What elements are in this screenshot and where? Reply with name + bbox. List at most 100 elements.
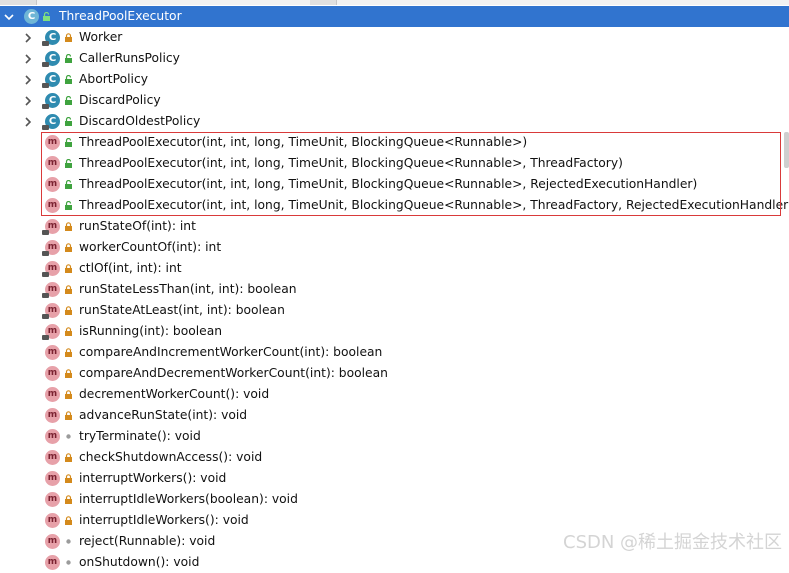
method-row[interactable]: m interruptWorkers(): void: [0, 468, 789, 489]
inner-class-label: AbortPolicy: [79, 72, 148, 86]
method-row[interactable]: m advanceRunState(int): void: [0, 405, 789, 426]
private-visibility-icon: [64, 285, 73, 294]
method-icon: m: [45, 177, 60, 192]
constructor-row[interactable]: m ThreadPoolExecutor(int, int, long, Time…: [0, 153, 789, 174]
method-icon: m: [45, 471, 60, 486]
method-label: checkShutdownAccess(): void: [79, 450, 263, 464]
package-visibility-icon: [64, 537, 73, 546]
constructor-row[interactable]: m ThreadPoolExecutor(int, int, long, Time…: [0, 174, 789, 195]
public-visibility-icon: [64, 96, 73, 105]
private-visibility-icon: [64, 327, 73, 336]
structure-tree[interactable]: C ThreadPoolExecutor C Worker C CallerRunsP…: [0, 6, 789, 573]
class-icon: C: [42, 93, 60, 109]
chevron-right-icon[interactable]: [21, 69, 35, 90]
chevron-right-icon[interactable]: [21, 111, 35, 132]
method-icon: m: [45, 513, 60, 528]
private-visibility-icon: [64, 516, 73, 525]
inner-class-label: DiscardOldestPolicy: [79, 114, 201, 128]
method-icon: m: [45, 450, 60, 465]
method-label: runStateOf(int): int: [79, 219, 196, 233]
static-marker-icon: [42, 293, 49, 298]
method-row[interactable]: m runStateAtLeast(int, int): boolean: [0, 300, 789, 321]
method-label: interruptIdleWorkers(boolean): void: [79, 492, 298, 506]
method-label: runStateLessThan(int, int): boolean: [79, 282, 297, 296]
method-row[interactable]: m workerCountOf(int): int: [0, 237, 789, 258]
private-visibility-icon: [64, 411, 73, 420]
method-row[interactable]: m compareAndDecrementWorkerCount(int): bo…: [0, 363, 789, 384]
tree-root-label: ThreadPoolExecutor: [59, 9, 182, 23]
chevron-right-icon[interactable]: [21, 48, 35, 69]
tree-root-row[interactable]: C ThreadPoolExecutor: [0, 6, 789, 27]
method-row[interactable]: m runStateLessThan(int, int): boolean: [0, 279, 789, 300]
static-marker-icon: [42, 62, 49, 67]
inner-class-row[interactable]: C DiscardPolicy: [0, 90, 789, 111]
inner-class-label: Worker: [79, 30, 123, 44]
private-visibility-icon: [64, 348, 73, 357]
inner-class-row[interactable]: C AbortPolicy: [0, 69, 789, 90]
method-icon: m: [42, 219, 60, 235]
private-visibility-icon: [64, 453, 73, 462]
constructor-label: ThreadPoolExecutor(int, int, long, TimeU…: [79, 135, 528, 149]
chevron-right-icon[interactable]: [21, 27, 35, 48]
method-label: compareAndIncrementWorkerCount(int): boo…: [79, 345, 383, 359]
method-row[interactable]: m isRunning(int): boolean: [0, 321, 789, 342]
method-label: ctlOf(int, int): int: [79, 261, 182, 275]
class-icon: C: [42, 51, 60, 67]
inner-class-row[interactable]: C DiscardOldestPolicy: [0, 111, 789, 132]
watermark: CSDN @稀土掘金技术社区: [563, 532, 783, 553]
private-visibility-icon: [64, 33, 73, 42]
public-visibility-icon: [64, 201, 73, 210]
method-row[interactable]: m checkShutdownAccess(): void: [0, 447, 789, 468]
class-icon: C: [42, 114, 60, 130]
method-label: decrementWorkerCount(): void: [79, 387, 270, 401]
public-visibility-icon: [64, 138, 73, 147]
inner-class-label: DiscardPolicy: [79, 93, 161, 107]
method-row[interactable]: m tryTerminate(): void: [0, 426, 789, 447]
method-row[interactable]: m ctlOf(int, int): int: [0, 258, 789, 279]
method-icon: m: [42, 282, 60, 298]
method-icon: m: [45, 135, 60, 150]
private-visibility-icon: [64, 495, 73, 504]
private-visibility-icon: [64, 390, 73, 399]
static-marker-icon: [42, 314, 49, 319]
vertical-scrollbar-thumb[interactable]: [784, 132, 789, 168]
constructor-row[interactable]: m ThreadPoolExecutor(int, int, long, Time…: [0, 195, 789, 216]
public-visibility-icon: [64, 117, 73, 126]
chevron-down-icon[interactable]: [2, 6, 16, 27]
package-visibility-icon: [64, 432, 73, 441]
chevron-right-icon[interactable]: [21, 90, 35, 111]
constructor-row[interactable]: m ThreadPoolExecutor(int, int, long, Time…: [0, 132, 789, 153]
static-marker-icon: [42, 125, 49, 130]
method-label: interruptWorkers(): void: [79, 471, 227, 485]
method-icon: m: [42, 261, 60, 277]
method-row[interactable]: m decrementWorkerCount(): void: [0, 384, 789, 405]
method-row[interactable]: m runStateOf(int): int: [0, 216, 789, 237]
method-label: compareAndDecrementWorkerCount(int): boo…: [79, 366, 388, 380]
method-row[interactable]: m interruptIdleWorkers(boolean): void: [0, 489, 789, 510]
public-visibility-icon: [64, 54, 73, 63]
class-icon: C: [42, 72, 60, 88]
method-label: reject(Runnable): void: [79, 534, 216, 548]
method-label: isRunning(int): boolean: [79, 324, 223, 338]
public-visibility-icon: [64, 180, 73, 189]
private-visibility-icon: [64, 243, 73, 252]
method-row[interactable]: m compareAndIncrementWorkerCount(int): bo…: [0, 342, 789, 363]
toolbar-segment: [0, 0, 37, 5]
method-icon: m: [42, 303, 60, 319]
inner-class-row[interactable]: C CallerRunsPolicy: [0, 48, 789, 69]
method-icon: m: [45, 429, 60, 444]
inner-class-row[interactable]: C Worker: [0, 27, 789, 48]
private-visibility-icon: [64, 474, 73, 483]
method-icon: m: [45, 492, 60, 507]
class-icon: C: [42, 30, 60, 46]
static-marker-icon: [42, 230, 49, 235]
toolbar-segment: [310, 0, 337, 5]
method-icon: m: [45, 387, 60, 402]
static-marker-icon: [42, 83, 49, 88]
inner-class-label: CallerRunsPolicy: [79, 51, 180, 65]
method-label: tryTerminate(): void: [79, 429, 201, 443]
method-icon: m: [45, 156, 60, 171]
top-toolbar-strip: [0, 0, 789, 5]
private-visibility-icon: [64, 369, 73, 378]
constructor-label: ThreadPoolExecutor(int, int, long, TimeU…: [79, 177, 698, 191]
